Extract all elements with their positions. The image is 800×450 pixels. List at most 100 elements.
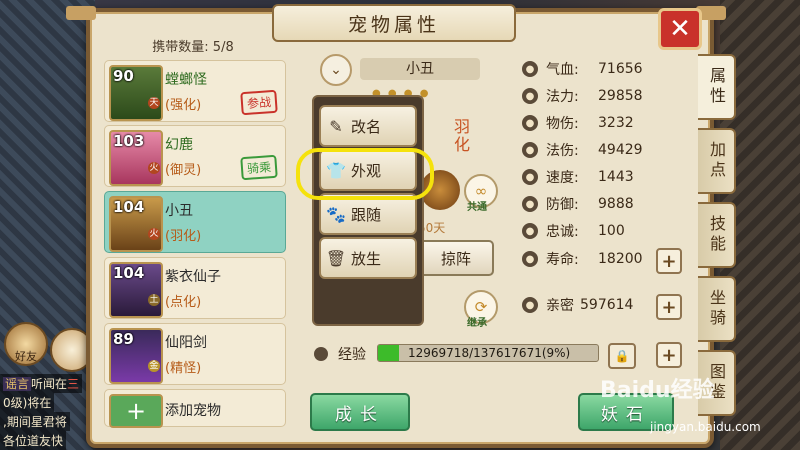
- release-button[interactable]: 🗑 放生: [319, 237, 417, 279]
- intimacy-icon: ●: [522, 297, 538, 313]
- pet-type: (点化): [165, 295, 202, 310]
- plus-icon: +: [109, 394, 163, 428]
- pet-dropdown-button[interactable]: ⌄: [320, 54, 352, 86]
- hp-icon: ●: [522, 61, 538, 77]
- exp-icon: [314, 347, 328, 361]
- pet-type: (精怪): [165, 361, 202, 376]
- pet-level: 103: [113, 132, 145, 150]
- tab-skills[interactable]: 技能: [698, 202, 736, 268]
- stat-label: 防御:: [546, 197, 579, 213]
- pet-avatar: 104 土: [109, 262, 163, 318]
- friend-label: 好友: [15, 350, 37, 363]
- tab-attributes[interactable]: 属性: [698, 54, 736, 120]
- release-label: 放生: [351, 249, 382, 268]
- pet-count-label: 携带数量:: [152, 40, 209, 55]
- trash-icon: 🗑: [325, 248, 347, 268]
- pet-avatar: 89 金: [109, 328, 163, 384]
- stat-defense: ● 防御: 9888: [522, 192, 634, 216]
- plus-icon: +: [661, 250, 677, 272]
- plus-icon: +: [661, 296, 677, 318]
- chat-red-text: 三: [67, 377, 80, 391]
- heart-icon: ●: [522, 223, 538, 239]
- pet-list-item[interactable]: 89 金 仙阳剑 (精怪): [104, 323, 286, 385]
- rename-label: 改名: [351, 117, 382, 136]
- close-button[interactable]: ✕: [658, 8, 702, 50]
- sword-icon: ●: [522, 115, 538, 131]
- tab-mount[interactable]: 坐骑: [698, 276, 736, 342]
- add-pet-label: 添加宠物: [165, 403, 221, 419]
- lue-zhen-button[interactable]: 掠阵: [418, 240, 494, 276]
- hourglass-icon: ●: [522, 251, 538, 267]
- chat-line-1: 谣言 听闻在三: [0, 374, 83, 393]
- pet-list-item[interactable]: 103 火 幻鹿 (御灵) 骑乘: [104, 125, 286, 187]
- intimacy-value: 597614: [580, 297, 634, 313]
- speed-icon: ●: [522, 169, 538, 185]
- stat-mp: ● 法力: 29858: [522, 84, 643, 108]
- riding-stamp: 骑乘: [240, 154, 278, 181]
- pet-avatar: 90 天: [109, 65, 163, 121]
- exp-text: 12969718/137617671(9%): [408, 346, 571, 360]
- chat-line-2: 0级)将在: [0, 393, 55, 412]
- stat-value: 71656: [598, 61, 643, 77]
- stat-label: 法力:: [546, 89, 579, 105]
- add-pet-button[interactable]: + 添加宠物: [104, 389, 286, 428]
- add-intimacy-button[interactable]: +: [656, 294, 682, 320]
- stat-speed: ● 速度: 1443: [522, 165, 634, 189]
- shield-icon: ●: [522, 196, 538, 212]
- panel-title: 宠物属性: [272, 4, 516, 42]
- pet-avatar: 104 火: [109, 196, 163, 252]
- pet-element-badge: 天: [148, 97, 160, 109]
- pet-name: 小丑: [165, 203, 193, 219]
- pet-list-item-selected[interactable]: 104 火 小丑 (羽化): [104, 191, 286, 253]
- watermark-url: jingyan.baidu.com: [650, 420, 761, 434]
- stat-label: 气血:: [546, 62, 579, 78]
- intimacy-label: 亲密: [546, 298, 574, 314]
- mp-icon: ●: [522, 88, 538, 104]
- gongtong-label: 共通: [467, 202, 487, 213]
- add-lifespan-button[interactable]: +: [656, 248, 682, 274]
- pet-element-badge: 土: [148, 294, 160, 306]
- chat-line-3: ,期间星君将: [0, 412, 70, 431]
- exp-bar: 12969718/137617671(9%): [377, 344, 599, 362]
- stat-label: 速度:: [546, 170, 579, 186]
- add-exp-button[interactable]: +: [656, 342, 682, 368]
- stat-loyalty: ● 忠诚: 100: [522, 219, 625, 243]
- pet-avatar: 103 火: [109, 130, 163, 186]
- chat-line-4: 各位道友快: [0, 431, 67, 450]
- stat-value: 3232: [598, 115, 634, 131]
- rename-button[interactable]: ✎ 改名: [319, 105, 417, 147]
- follow-label: 跟随: [351, 205, 382, 224]
- pet-element-badge: 金: [148, 360, 160, 372]
- chat-text: 听闻在: [31, 377, 68, 391]
- stat-label: 物伤:: [546, 116, 579, 132]
- pencil-icon: ✎: [329, 116, 343, 136]
- pet-list-item[interactable]: 90 天 螳螂怪 (强化) 参战: [104, 60, 286, 122]
- pet-name: 螳螂怪: [165, 72, 207, 88]
- pet-element-badge: 火: [148, 162, 160, 174]
- stat-value: 1443: [598, 169, 634, 185]
- stat-hp: ● 气血: 71656: [522, 57, 643, 81]
- stat-label: 法伤:: [546, 143, 579, 159]
- tab-add-points[interactable]: 加点: [698, 128, 736, 194]
- jicheng-label: 继承: [467, 318, 487, 329]
- pet-level: 90: [113, 67, 134, 85]
- stat-label: 忠诚:: [546, 224, 579, 240]
- grow-button[interactable]: 成长: [310, 393, 410, 431]
- exp-lock-button[interactable]: 🔒: [608, 343, 636, 369]
- paw-icon: 🐾: [326, 204, 346, 224]
- pet-type: (强化): [165, 98, 202, 113]
- pet-title: 小丑: [360, 58, 480, 80]
- pet-element-badge: 火: [148, 228, 160, 240]
- pet-level: 104: [113, 264, 145, 282]
- appearance-highlight-ring: [296, 148, 434, 200]
- friend-button[interactable]: 好友: [4, 322, 48, 366]
- stat-phys-dmg: ● 物伤: 3232: [522, 111, 634, 135]
- exp-label-row: 经验: [314, 344, 366, 364]
- pet-count-value: 5/8: [212, 40, 234, 55]
- panel-corner-ornament: [66, 6, 96, 20]
- pet-level: 89: [113, 330, 134, 348]
- pet-list-item[interactable]: 104 土 紫衣仙子 (点化): [104, 257, 286, 319]
- stat-value: 100: [598, 223, 625, 239]
- pet-type: (御灵): [165, 163, 202, 178]
- battle-stamp: 参战: [240, 89, 278, 116]
